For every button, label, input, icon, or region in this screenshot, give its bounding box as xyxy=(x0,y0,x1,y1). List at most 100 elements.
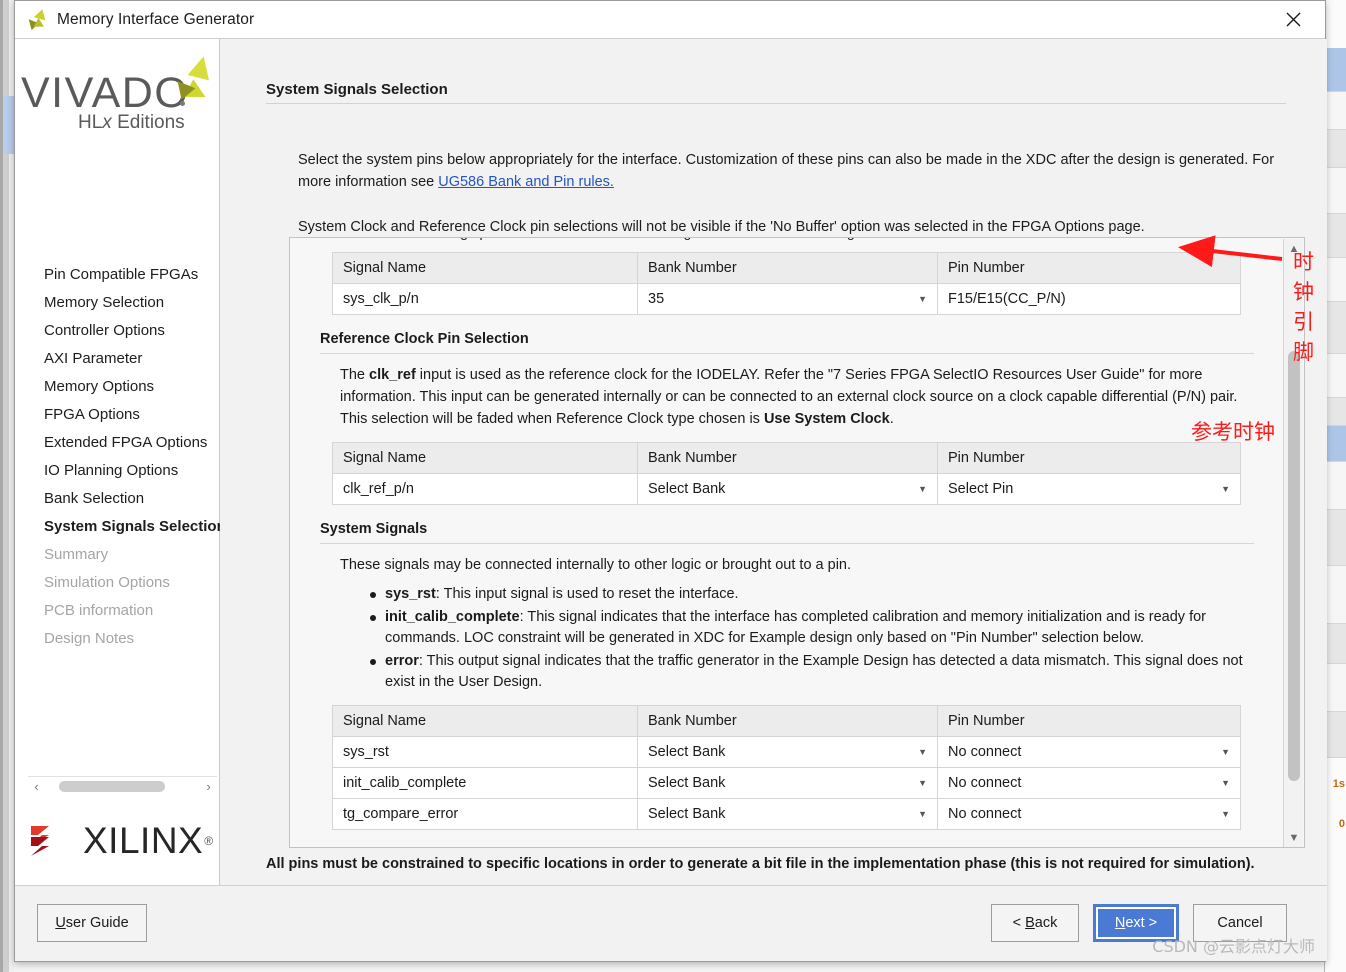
background-text: 1s xyxy=(1332,778,1345,790)
bank-number-value: 35 xyxy=(648,291,665,307)
chevron-down-icon: ▼ xyxy=(918,483,927,494)
sidebar-item-bank-selection[interactable]: Bank Selection xyxy=(15,485,220,513)
sidebar-item-extended-fpga-options[interactable]: Extended FPGA Options xyxy=(15,429,220,457)
next-button[interactable]: Next > xyxy=(1093,904,1179,942)
pin-number-value: Select Pin xyxy=(948,481,1014,497)
ug586-link[interactable]: UG586 Bank and Pin rules. xyxy=(438,174,614,190)
cell-bank-number[interactable]: Select Bank ▼ xyxy=(637,736,938,768)
cell-bank-number[interactable]: Select Bank ▼ xyxy=(637,798,938,830)
sidebar-item-memory-selection[interactable]: Memory Selection xyxy=(15,289,220,317)
cell-signal-name: init_calib_complete xyxy=(332,767,638,799)
content-vertical-scrollbar[interactable]: ▲ ▼ xyxy=(1283,239,1304,847)
sidebar-horizontal-scrollbar[interactable]: ‹ › xyxy=(28,776,217,795)
cancel-button[interactable]: Cancel xyxy=(1193,904,1287,942)
cell-signal-name: tg_compare_error xyxy=(332,798,638,830)
pin-number-value: No connect xyxy=(948,744,1022,760)
wizard-step-list: Pin Compatible FPGAs Memory Selection Co… xyxy=(15,261,226,653)
table-row: init_calib_complete Select Bank ▼ No con… xyxy=(332,767,1241,799)
scroll-right-icon[interactable]: › xyxy=(200,779,217,794)
background-row xyxy=(1324,48,1346,92)
chevron-down-icon: ▼ xyxy=(1221,808,1230,819)
sidebar-item-pin-compatible-fpgas[interactable]: Pin Compatible FPGAs xyxy=(15,261,220,289)
pin-number-value: No connect xyxy=(948,775,1022,791)
column-header-bank-number: Bank Number xyxy=(637,705,938,737)
scrollbar-track[interactable] xyxy=(45,780,200,792)
pin-number-dropdown[interactable]: No connect ▼ xyxy=(948,744,1230,760)
background-row xyxy=(1324,510,1346,566)
scroll-left-icon[interactable]: ‹ xyxy=(28,779,45,794)
table-row: sys_clk_p/n 35 ▼ F15/E15(CC_P/N) xyxy=(332,283,1241,315)
reference-clock-description: The clk_ref input is used as the referen… xyxy=(340,367,1238,427)
cell-bank-number[interactable]: Select Bank ▼ xyxy=(637,767,938,799)
table-header-row: Signal Name Bank Number Pin Number xyxy=(332,705,1241,737)
list-item: init_calib_complete: This signal indicat… xyxy=(368,607,1268,649)
bank-number-dropdown[interactable]: 35 ▼ xyxy=(648,291,927,307)
cell-pin-number[interactable]: Select Pin ▼ xyxy=(937,473,1241,505)
background-row xyxy=(1324,624,1346,664)
pin-number-dropdown[interactable]: No connect ▼ xyxy=(948,806,1230,822)
column-header-signal-name: Signal Name xyxy=(332,252,638,284)
xilinx-mark-icon xyxy=(29,822,71,860)
background-row xyxy=(1324,258,1346,302)
scroll-down-icon[interactable]: ▼ xyxy=(1284,828,1304,847)
user-guide-button[interactable]: User Guide xyxy=(37,904,147,942)
vivado-edition-label: HLx Editions xyxy=(78,112,185,133)
column-header-signal-name: Signal Name xyxy=(332,705,638,737)
cell-signal-name: sys_rst xyxy=(332,736,638,768)
memory-interface-generator-dialog: Memory Interface Generator VIVADO HLx Ed… xyxy=(14,0,1327,962)
back-button[interactable]: < Back xyxy=(991,904,1079,942)
background-text: 0 xyxy=(1338,818,1345,830)
bank-number-value: Select Bank xyxy=(648,744,726,760)
sidebar-item-controller-options[interactable]: Controller Options xyxy=(15,317,220,345)
sidebar-item-system-signals-selection[interactable]: System Signals Selection xyxy=(15,513,226,541)
bank-number-dropdown[interactable]: Select Bank ▼ xyxy=(648,481,927,497)
vivado-mark-chevron-3 xyxy=(187,53,215,81)
pin-number-value: F15/E15(CC_P/N) xyxy=(948,291,1066,307)
scrollbar-thumb[interactable] xyxy=(1288,351,1300,781)
background-row xyxy=(1324,664,1346,712)
scroll-up-icon[interactable]: ▲ xyxy=(1284,239,1304,259)
sidebar-item-fpga-options[interactable]: FPGA Options xyxy=(15,401,220,429)
sidebar-item-summary: Summary xyxy=(44,546,109,563)
pin-number-dropdown[interactable]: Select Pin ▼ xyxy=(948,481,1230,497)
vivado-logo-icon xyxy=(24,7,49,31)
chevron-down-icon: ▼ xyxy=(918,746,927,757)
background-row xyxy=(1324,354,1346,398)
cell-pin-number[interactable]: No connect ▼ xyxy=(937,736,1241,768)
cell-signal-name: sys_clk_p/n xyxy=(332,283,638,315)
window-title: Memory Interface Generator xyxy=(57,10,255,28)
system-clock-pin-table: Signal Name Bank Number Pin Number sys_c… xyxy=(332,252,1241,315)
column-header-pin-number: Pin Number xyxy=(937,705,1241,737)
bank-number-dropdown[interactable]: Select Bank ▼ xyxy=(648,744,927,760)
vivado-brand-logo: VIVADO HLx Editions xyxy=(15,39,219,147)
wizard-body: VIVADO HLx Editions Pin Compatible FPGAs… xyxy=(15,39,1327,887)
cell-pin-number[interactable]: F15/E15(CC_P/N) xyxy=(937,283,1241,315)
cell-signal-name: clk_ref_p/n xyxy=(332,473,638,505)
bank-number-dropdown[interactable]: Select Bank ▼ xyxy=(648,806,927,822)
sidebar-item-memory-options[interactable]: Memory Options xyxy=(15,373,220,401)
column-header-pin-number: Pin Number xyxy=(937,252,1241,284)
table-row: clk_ref_p/n Select Bank ▼ Select Pin ▼ xyxy=(332,473,1241,505)
pin-number-dropdown[interactable]: No connect ▼ xyxy=(948,775,1230,791)
background-right-panel: 1s 0 xyxy=(1324,0,1346,972)
chevron-down-icon: ▼ xyxy=(918,777,927,788)
bank-number-dropdown[interactable]: Select Bank ▼ xyxy=(648,775,927,791)
column-header-signal-name: Signal Name xyxy=(332,442,638,474)
column-header-pin-number: Pin Number xyxy=(937,442,1241,474)
sidebar-item-design-notes: Design Notes xyxy=(44,630,135,647)
close-icon[interactable] xyxy=(1261,1,1325,38)
scrollbar-thumb[interactable] xyxy=(59,780,165,792)
pin-number-dropdown[interactable]: F15/E15(CC_P/N) xyxy=(948,291,1230,307)
title-divider xyxy=(266,103,1286,104)
background-row xyxy=(1324,426,1346,462)
sidebar-item-io-planning-options[interactable]: IO Planning Options xyxy=(15,457,220,485)
background-row xyxy=(1324,566,1346,624)
footer-warning-text: All pins must be constrained to specific… xyxy=(266,856,1255,872)
bank-number-value: Select Bank xyxy=(648,481,726,497)
scrollable-settings-region: If there are not enough pins available s… xyxy=(289,237,1305,848)
cell-pin-number[interactable]: No connect ▼ xyxy=(937,798,1241,830)
cell-bank-number[interactable]: Select Bank ▼ xyxy=(637,473,938,505)
cell-bank-number[interactable]: 35 ▼ xyxy=(637,283,938,315)
cell-pin-number[interactable]: No connect ▼ xyxy=(937,767,1241,799)
sidebar-item-axi-parameter[interactable]: AXI Parameter xyxy=(15,345,220,373)
